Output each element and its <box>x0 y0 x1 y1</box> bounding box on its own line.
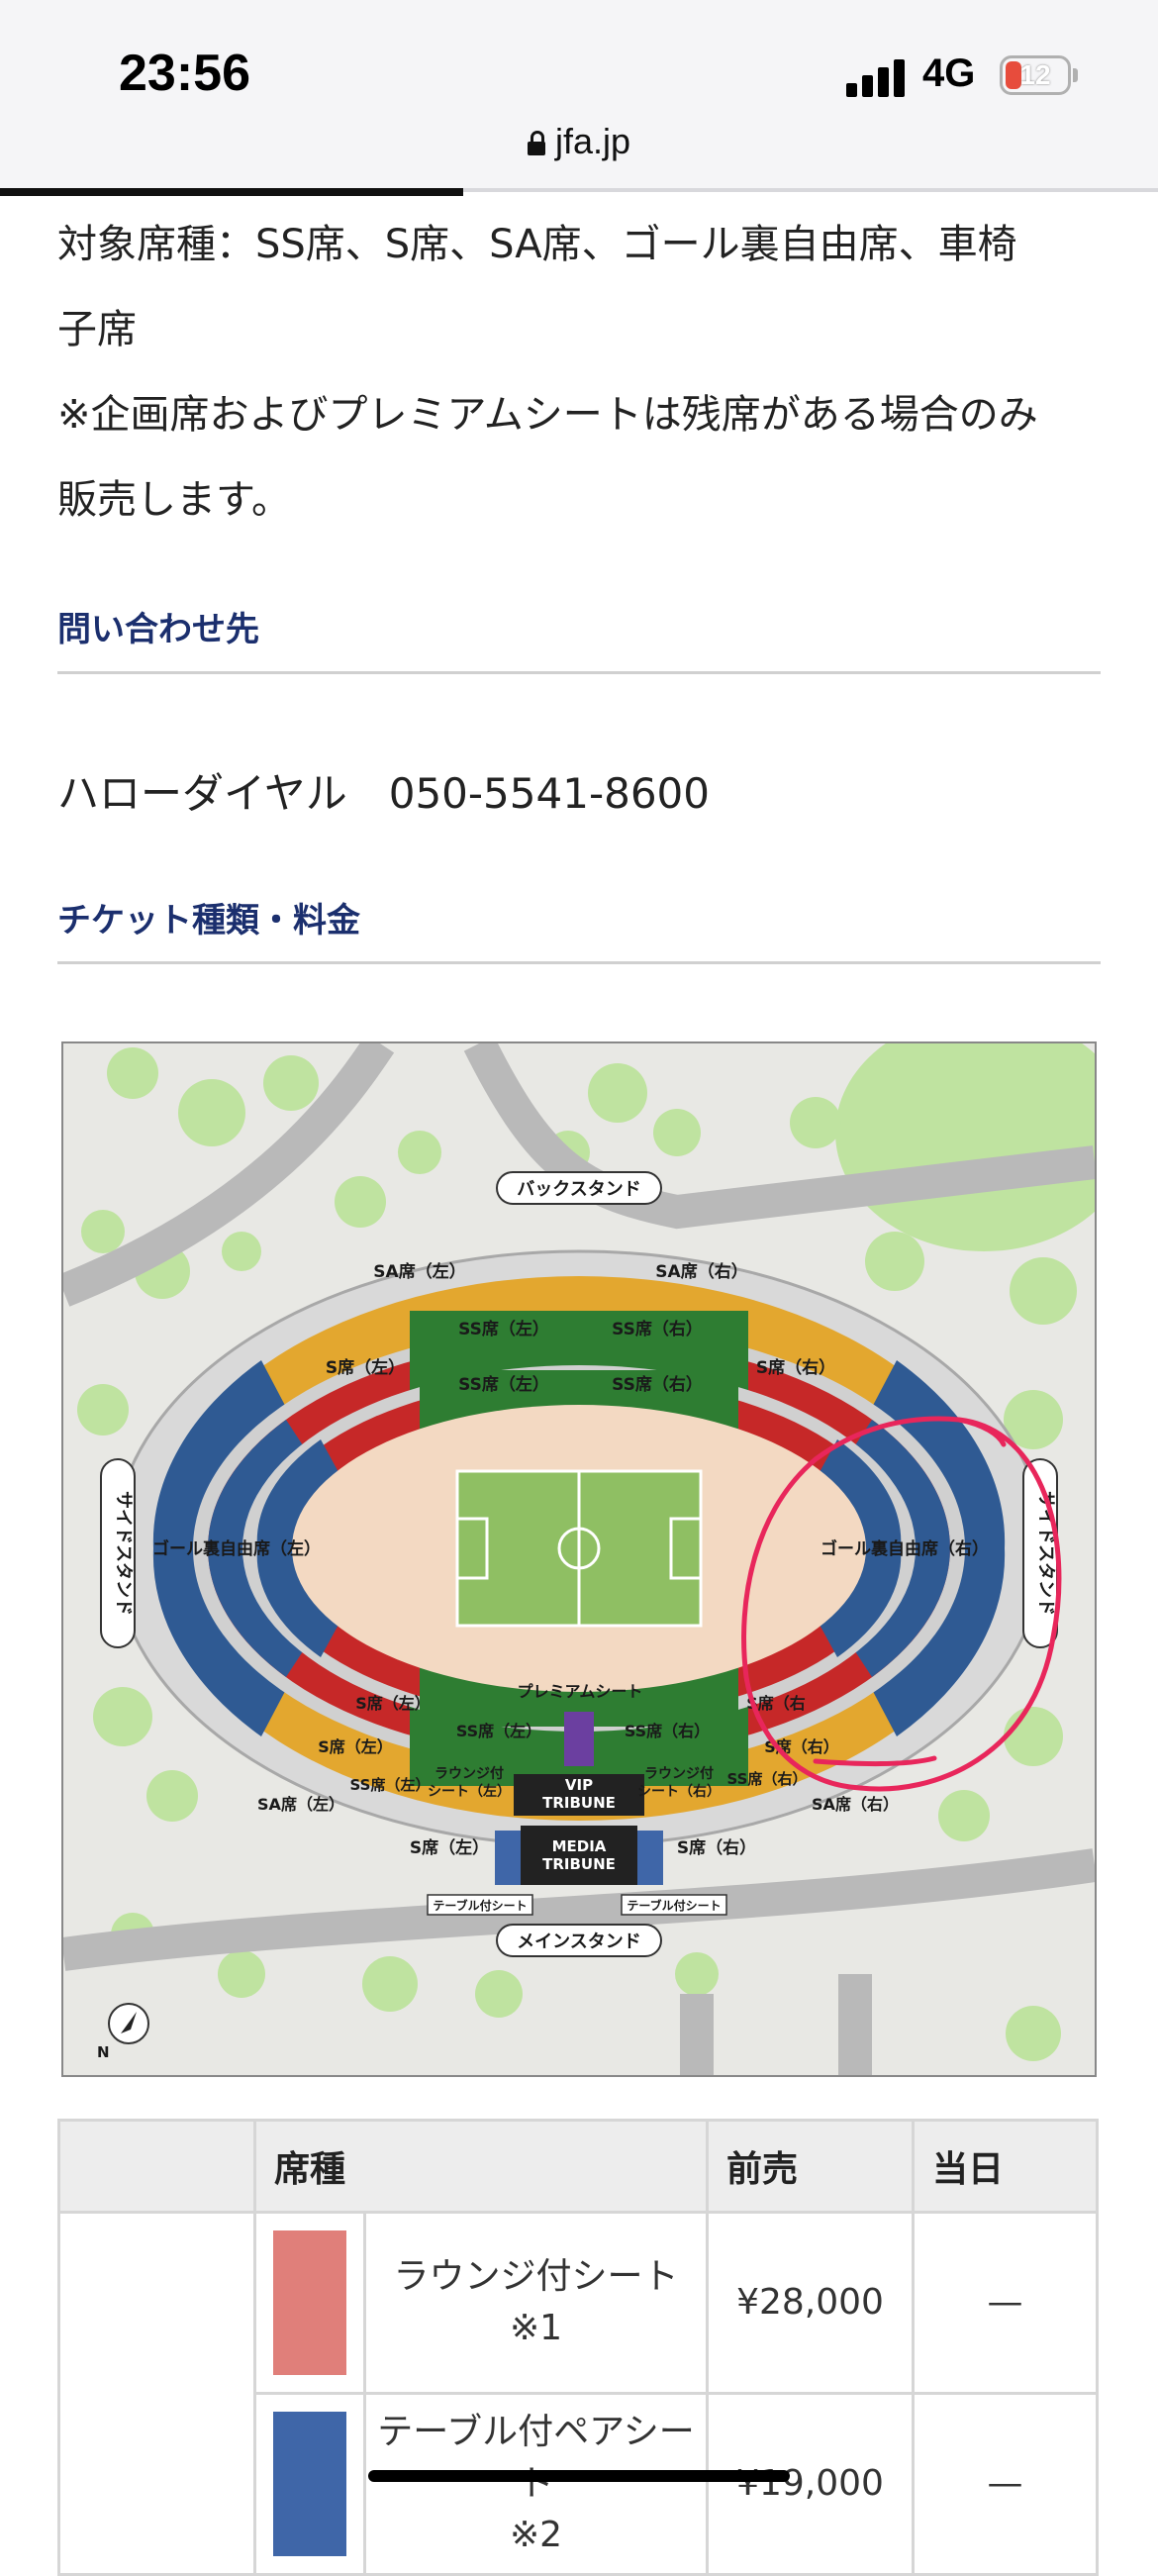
battery-tip <box>1073 68 1078 82</box>
svg-text:サイドスタンド: サイドスタンド <box>1035 1491 1056 1616</box>
label-sa-right-lower: SA席（右） <box>812 1795 899 1814</box>
seat-name: ラウンジ付シート <box>393 2256 679 2297</box>
table-row: ラウンジ付シート ※1 ¥28,000 — <box>57 2211 1099 2576</box>
back-stand-label: バックスタンド <box>496 1171 662 1205</box>
label-lounge-right-1: ラウンジ付 <box>644 1765 714 1782</box>
label-lounge-right-2: シート（右） <box>637 1783 721 1800</box>
url-text: jfa.jp <box>554 121 631 161</box>
label-sa-left: SA席（左） <box>373 1261 465 1282</box>
label-s-left-inner: S席（左） <box>355 1694 431 1713</box>
north-label: N <box>97 2043 110 2061</box>
lock-icon <box>527 131 545 155</box>
svg-text:メインスタンド: メインスタンド <box>517 1932 641 1952</box>
label-ss-left-upper: SS席（左） <box>458 1319 549 1339</box>
label-s-right-bottom: S席（右） <box>677 1837 756 1858</box>
day-price: — <box>912 2392 1099 2576</box>
label-sa-right: SA席（右） <box>655 1261 747 1282</box>
label-s-left-lower: S席（左） <box>318 1737 393 1756</box>
label-ss-left-inner: SS席（左） <box>458 1374 549 1395</box>
color-swatch <box>273 2412 346 2556</box>
table-header-day: 当日 <box>912 2119 1099 2214</box>
note-line-1: ※企画席およびプレミアムシートは残席がある場合のみ <box>57 392 1038 438</box>
network-type: 4G <box>922 51 976 95</box>
label-ss-right-upper: SS席（右） <box>612 1319 703 1339</box>
label-s-right-upper: S席（右） <box>756 1357 835 1378</box>
label-ss-right-lower: SS席（右） <box>625 1722 710 1740</box>
label-media-1: MEDIA <box>552 1837 607 1855</box>
stadium-map-svg: バックスタンド メインスタンド サイドスタンド サイドスタンド SA席（左） S… <box>63 1043 1095 2075</box>
seat-types-line-1: 対象席種：SS席、S席、SA席、ゴール裏自由席、車椅 <box>57 222 1017 267</box>
side-stand-left-label: サイドスタンド <box>100 1458 136 1648</box>
seat-note: ※1 <box>509 2308 563 2348</box>
label-ss-left-lower: SS席（左） <box>456 1722 541 1740</box>
color-swatch-cell <box>253 2211 366 2395</box>
color-swatch-cell <box>253 2392 366 2576</box>
signal-icon <box>846 57 908 97</box>
seat-note: ※2 <box>509 2515 563 2555</box>
label-goal-right: ゴール裏自由席（右） <box>820 1538 989 1559</box>
seat-types-text: 対象席種：SS席、S席、SA席、ゴール裏自由席、車椅 子席 ※企画席およびプレミ… <box>57 202 1107 543</box>
label-premium: プレミアムシート <box>518 1682 643 1701</box>
label-media-2: TRIBUNE <box>542 1855 616 1873</box>
seat-name: テーブル付ペアシート <box>377 2412 695 2504</box>
color-swatch <box>273 2230 346 2375</box>
home-indicator[interactable] <box>368 2470 790 2482</box>
seat-types-line-2: 子席 <box>57 307 137 352</box>
label-s-left-upper: S席（左） <box>326 1357 405 1378</box>
table-header-blank <box>57 2119 256 2214</box>
label-ss-left-bottom: SS席（左） <box>350 1776 431 1794</box>
label-ss-right-inner: SS席（右） <box>612 1374 703 1395</box>
contact-heading: 問い合わせ先 <box>57 610 259 649</box>
label-vip-2: TRIBUNE <box>542 1794 616 1812</box>
tickets-heading: チケット種類・料金 <box>57 901 360 941</box>
label-ss-right-bottom: SS席（右） <box>727 1770 808 1788</box>
advance-price: ¥28,000 <box>706 2211 915 2395</box>
svg-text:テーブル付シート: テーブル付シート <box>627 1898 721 1913</box>
divider <box>57 961 1101 964</box>
divider <box>57 671 1101 674</box>
seat-name-cell: ラウンジ付シート ※1 <box>363 2211 709 2395</box>
label-sa-left-lower: SA席（左） <box>257 1795 344 1814</box>
price-table: 席種 前売 当日 ラウンジ付シート ※1 ¥28,000 — テーブル付ペアシー… <box>57 2119 1099 2576</box>
label-lounge-left-1: ラウンジ付 <box>434 1765 504 1782</box>
table-header-seat: 席種 <box>253 2119 709 2214</box>
svg-text:サイドスタンド: サイドスタンド <box>113 1491 134 1616</box>
status-time: 23:56 <box>119 45 250 102</box>
label-s-left-bottom: S席（左） <box>410 1837 489 1858</box>
url-bar[interactable]: jfa.jp <box>0 121 1158 162</box>
label-lounge-left-2: シート（左） <box>428 1783 511 1800</box>
table-header-advance: 前売 <box>706 2119 915 2214</box>
day-price: — <box>912 2211 1099 2395</box>
label-vip-1: VIP <box>565 1776 593 1794</box>
label-goal-left: ゴール裏自由席（左） <box>152 1538 321 1559</box>
note-line-2: 販売します。 <box>57 477 291 523</box>
seat-name-cell: テーブル付ペアシート ※2 <box>363 2392 709 2576</box>
contact-text: ハローダイヤル 050-5541-8600 <box>57 769 710 818</box>
svg-text:バックスタンド: バックスタンド <box>517 1179 640 1200</box>
advance-price: ¥19,000 <box>706 2392 915 2576</box>
svg-text:テーブル付シート: テーブル付シート <box>433 1898 527 1913</box>
stadium-map: バックスタンド メインスタンド サイドスタンド サイドスタンド SA席（左） S… <box>61 1041 1097 2077</box>
battery-icon: 12 <box>1000 55 1071 95</box>
status-bar: 23:56 4G 12 jfa.jp <box>0 0 1158 192</box>
table-seat-left-label: テーブル付シート <box>427 1894 533 1916</box>
table-row-spacer <box>57 2211 256 2576</box>
table-seat-right-label: テーブル付シート <box>621 1894 727 1916</box>
page-load-progress <box>0 188 463 196</box>
main-stand-label: メインスタンド <box>496 1924 662 1957</box>
battery-level: 12 <box>1019 59 1051 90</box>
